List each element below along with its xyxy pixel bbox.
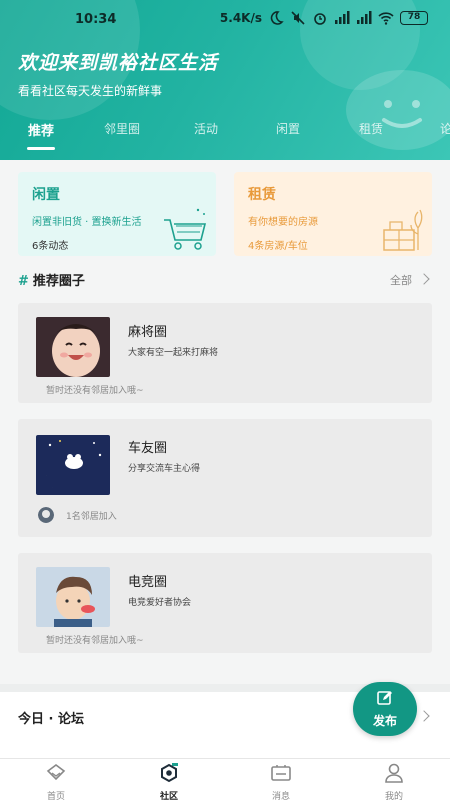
section-title: 推荐圈子 (32, 274, 85, 289)
circle-card-esports[interactable]: 电竞圈 电竞爱好者协会 暂时还没有邻居加入哦~ (18, 553, 432, 653)
wifi-icon (378, 12, 394, 25)
tab-forum[interactable]: 论 (440, 120, 450, 137)
nav-community-label: 社区 (159, 792, 178, 800)
battery-indicator: 78 (400, 11, 428, 25)
circle-desc: 大家有空一起来打麻将 (128, 348, 219, 358)
alarm-icon (314, 13, 326, 25)
active-tab-indicator (27, 147, 55, 150)
moon-night-icon (36, 435, 110, 495)
forum-title: 今日 · 论坛 (18, 712, 84, 727)
bottom-navigation: 首页 社区 消息 我的 (0, 758, 450, 800)
furniture-plant-icon (383, 209, 423, 251)
circle-name: 麻将圈 (128, 325, 168, 340)
tab-recommend[interactable]: 推荐 (28, 120, 54, 139)
publish-label: 发布 (372, 714, 397, 728)
hash-icon: # (18, 274, 29, 289)
nav-profile[interactable]: 我的 (364, 763, 424, 800)
nav-messages-label: 消息 (271, 792, 290, 800)
nav-home-label: 首页 (46, 792, 65, 800)
category-tabs: 推荐 邻里圈 活动 闲置 租赁 论 (0, 120, 450, 156)
shopping-cart-icon (164, 208, 207, 250)
welcome-title: 欢迎来到凯裕社区生活 (18, 52, 219, 74)
nav-home[interactable]: 首页 (26, 763, 86, 800)
idle-card[interactable]: 闲置 闲置非旧货 · 置换新生活 6条动态 (18, 172, 216, 256)
app-screen: 10:34 5.4K/s 78 欢迎来到凯裕社区生活 看看社区每天发生的新鲜事 … (0, 0, 450, 800)
profile-icon (385, 763, 403, 783)
community-icon (161, 763, 178, 783)
circle-desc: 分享交流车主心得 (128, 464, 201, 474)
status-icons: 5.4K/s 78 (220, 10, 428, 26)
circle-desc: 电竞爱好者协会 (128, 598, 192, 608)
circle-card-mahjong[interactable]: 麻将圈 大家有空一起来打麻将 暂时还没有邻居加入哦~ (18, 303, 432, 403)
edit-icon (377, 691, 392, 705)
rental-card-title: 租赁 (248, 187, 276, 203)
circle-name: 车友圈 (128, 441, 168, 456)
network-speed: 5.4K/s (219, 11, 262, 25)
nav-profile-label: 我的 (384, 792, 403, 800)
moon-icon (270, 11, 284, 25)
view-all-label: 全部 (390, 274, 412, 287)
message-icon (271, 765, 291, 781)
circle-member-status: 1名邻居加入 (66, 512, 117, 522)
esports-thumbnail (36, 567, 110, 627)
chevron-right-icon (418, 273, 430, 285)
status-time: 10:34 (75, 12, 117, 27)
tab-activities[interactable]: 活动 (194, 120, 218, 137)
circle-name: 电竞圈 (128, 575, 168, 590)
view-all-link[interactable]: 全部 (390, 272, 430, 288)
idle-card-title: 闲置 (32, 187, 60, 203)
nav-community[interactable]: 社区 (139, 763, 199, 800)
circle-card-car[interactable]: 车友圈 分享交流车主心得 1名邻居加入 (18, 419, 432, 537)
recommend-circles-header: # 推荐圈子 全部 (18, 270, 432, 290)
mahjong-thumbnail (36, 317, 110, 377)
circle-member-status: 暂时还没有邻居加入哦~ (46, 636, 144, 646)
tab-rental[interactable]: 租赁 (359, 120, 383, 137)
circle-member-status: 暂时还没有邻居加入哦~ (46, 386, 144, 396)
status-bar: 10:34 5.4K/s 78 (0, 8, 450, 32)
chevron-right-icon (418, 710, 430, 722)
tab-idle[interactable]: 闲置 (276, 120, 300, 137)
member-avatar (38, 507, 54, 523)
home-icon (46, 764, 66, 781)
car-thumbnail (36, 435, 110, 495)
rental-card[interactable]: 租赁 有你想要的房源 4条房源/车位 (234, 172, 432, 256)
header-banner: 10:34 5.4K/s 78 欢迎来到凯裕社区生活 看看社区每天发生的新鲜事 … (0, 0, 450, 160)
boy-illustration-icon (36, 567, 110, 627)
signal-icon (335, 11, 350, 24)
mute-icon (291, 11, 305, 25)
tab-neighborhood[interactable]: 邻里圈 (104, 120, 140, 137)
welcome-subtitle: 看看社区每天发生的新鲜事 (18, 84, 163, 98)
child-photo-icon (36, 317, 110, 377)
publish-button[interactable]: 发布 (353, 682, 417, 736)
nav-messages[interactable]: 消息 (251, 763, 311, 800)
signal-icon (357, 11, 372, 24)
